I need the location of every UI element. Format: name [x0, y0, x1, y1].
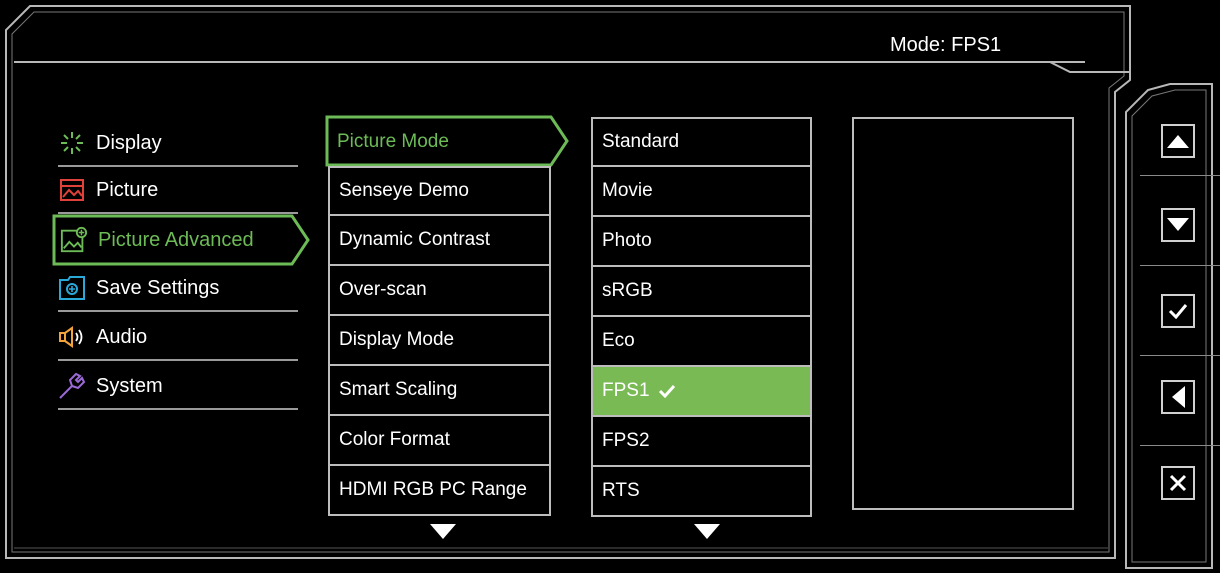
submenu-item-display-mode[interactable]: Display Mode [328, 316, 551, 366]
system-icon [58, 372, 86, 400]
option-srgb[interactable]: sRGB [591, 267, 812, 317]
submenu-item-color-format[interactable]: Color Format [328, 416, 551, 466]
display-icon [58, 129, 86, 157]
triangle-up-icon [1167, 135, 1189, 148]
option-rts[interactable]: RTS [591, 467, 812, 517]
down-button[interactable] [1161, 208, 1195, 242]
submenu-item-label: HDMI RGB PC Range [339, 479, 527, 500]
mode-indicator: Mode: FPS1 [890, 34, 1002, 56]
submenu-scroll-down-icon[interactable] [430, 524, 456, 540]
category-save-settings[interactable]: Save Settings [58, 266, 298, 312]
submenu-item-label: Dynamic Contrast [339, 229, 490, 250]
category-picture[interactable]: Picture [58, 168, 298, 214]
submenu-item-label: Picture Mode [337, 131, 449, 152]
preview-panel [852, 117, 1074, 510]
submenu-item-over-scan[interactable]: Over-scan [328, 266, 551, 316]
category-label: Picture Advanced [98, 228, 254, 251]
option-label: Eco [602, 330, 635, 351]
back-button[interactable] [1161, 380, 1195, 414]
option-fps2[interactable]: FPS2 [591, 417, 812, 467]
option-label: RTS [602, 480, 640, 501]
exit-button[interactable] [1161, 466, 1195, 500]
triangle-left-icon [1172, 386, 1185, 408]
option-label: Photo [602, 230, 652, 251]
submenu-item-label: Color Format [339, 429, 450, 450]
submenu-item-label: Senseye Demo [339, 180, 469, 201]
option-eco[interactable]: Eco [591, 317, 812, 367]
option-label: Standard [602, 131, 680, 152]
options-scroll-down-icon[interactable] [694, 524, 720, 540]
submenu-item-dynamic-contrast[interactable]: Dynamic Contrast [328, 216, 551, 266]
category-display[interactable]: Display [58, 121, 298, 167]
control-divider [1140, 265, 1220, 266]
picture-advanced-icon [60, 226, 88, 254]
confirm-button[interactable] [1161, 294, 1195, 328]
category-label: System [96, 374, 163, 397]
category-label: Save Settings [96, 276, 220, 299]
category-system[interactable]: System [58, 364, 298, 410]
category-label: Display [96, 131, 162, 154]
close-icon [1169, 474, 1187, 492]
option-photo[interactable]: Photo [591, 217, 812, 267]
save-settings-icon [58, 274, 86, 302]
option-fps1[interactable]: FPS1 [591, 367, 812, 417]
option-movie[interactable]: Movie [591, 167, 812, 217]
audio-icon [58, 323, 86, 351]
category-label: Picture [96, 178, 159, 201]
category-audio[interactable]: Audio [58, 315, 298, 361]
option-label: sRGB [602, 280, 653, 301]
option-label: FPS1 [602, 380, 650, 401]
triangle-down-icon [1167, 218, 1189, 231]
submenu-item-senseye-demo[interactable]: Senseye Demo [328, 166, 551, 216]
submenu-item-label: Smart Scaling [339, 379, 458, 400]
option-standard[interactable]: Standard [591, 117, 812, 167]
control-divider [1140, 355, 1220, 356]
checkmark-icon [1168, 304, 1188, 319]
category-label: Audio [96, 325, 148, 348]
control-divider [1140, 175, 1220, 176]
option-label: Movie [602, 180, 653, 201]
checkmark-icon [658, 384, 675, 398]
category-picture-advanced[interactable]: Picture Advanced [60, 217, 300, 263]
submenu-item-smart-scaling[interactable]: Smart Scaling [328, 366, 551, 416]
control-divider [1140, 445, 1220, 446]
submenu-item-picture-mode[interactable]: Picture Mode [328, 117, 551, 167]
option-label: FPS2 [602, 430, 650, 451]
osd-menu: Mode: FPS1 Display Picture Picture Advan… [0, 0, 1220, 573]
up-button[interactable] [1161, 124, 1195, 158]
submenu-item-hdmi-rgb-pc-range[interactable]: HDMI RGB PC Range [328, 466, 551, 516]
picture-icon [58, 176, 86, 204]
submenu-item-label: Display Mode [339, 329, 455, 350]
submenu-item-label: Over-scan [339, 279, 427, 300]
